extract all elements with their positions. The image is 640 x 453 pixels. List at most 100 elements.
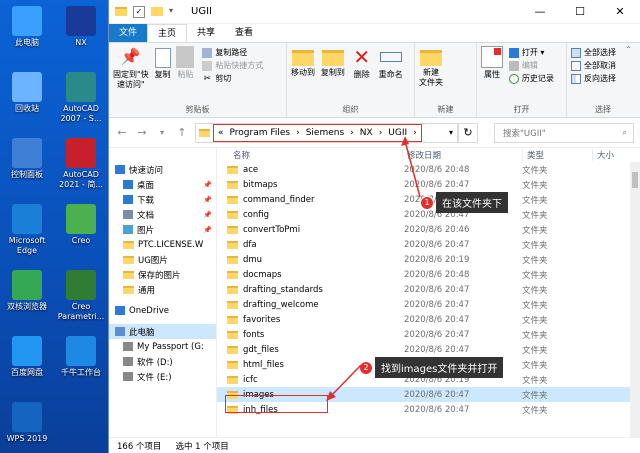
scrollbar-thumb[interactable] (632, 172, 638, 188)
window-title: UGII (191, 6, 212, 17)
column-size[interactable]: 大小 (592, 149, 632, 161)
invert-selection-button[interactable]: 反向选择 (571, 72, 635, 85)
dropdown-icon[interactable]: ▾ (169, 6, 181, 18)
nav-item-docs[interactable]: 文档 📌 (109, 207, 216, 222)
file-row[interactable]: dfa 2020/8/6 20:47 文件夹 (217, 237, 640, 252)
path-folder-icon (199, 128, 210, 137)
file-row[interactable]: dmu 2020/8/6 20:19 文件夹 (217, 252, 640, 267)
desktop-autocad-2021-shortcut[interactable]: AutoCAD 2021 - 简... (54, 138, 108, 190)
breadcrumb-item[interactable]: NX (360, 128, 373, 138)
minimize-button[interactable]: — (520, 0, 560, 24)
new-folder-button[interactable]: 新建 文件夹 (419, 46, 443, 88)
select-none-button[interactable]: 全部取消 (571, 59, 635, 72)
desktop-baidu-netdisk-shortcut[interactable]: 百度网盘 (0, 336, 54, 378)
delete-button[interactable]: ✕ 删除 (351, 46, 373, 80)
file-row[interactable]: gdt_files 2020/8/6 20:47 文件夹 (217, 342, 640, 357)
nav-item-drive[interactable]: My Passport (G: (109, 339, 216, 354)
cut-button[interactable]: ✂ 剪切 (202, 72, 263, 85)
file-row[interactable]: fonts 2020/8/6 20:47 文件夹 (217, 327, 640, 342)
quick-folder-icon[interactable] (151, 7, 163, 16)
desktop-wps-shortcut[interactable]: WPS 2019 (0, 402, 54, 444)
nav-item-pics[interactable]: 图片 📌 (109, 222, 216, 237)
desktop-creo-parametric-shortcut[interactable]: Creo Parametri... (54, 270, 108, 322)
breadcrumb-separator-icon[interactable]: › (350, 128, 354, 138)
open-button[interactable]: 打开 ▾ (508, 46, 554, 59)
desktop-creo-shortcut[interactable]: Creo (54, 204, 108, 246)
desktop-edge-shortcut[interactable]: Microsoft Edge (0, 204, 54, 256)
close-button[interactable]: ✕ (600, 0, 640, 24)
column-name[interactable]: 名称 (217, 149, 402, 161)
nav-item-pc[interactable]: 此电脑 (109, 324, 216, 339)
nav-item-drive[interactable]: 文件 (E:) (109, 369, 216, 384)
paste-shortcut-button[interactable]: 粘贴快捷方式 (202, 59, 263, 72)
forward-arrow-icon[interactable]: → (135, 126, 149, 139)
search-input[interactable]: 搜索"UGII" ⌕ (494, 122, 634, 143)
refresh-icon[interactable]: ↻ (458, 122, 478, 143)
back-arrow-icon[interactable]: ← (115, 126, 129, 139)
rename-icon (379, 52, 402, 62)
desktop-qianniu-shortcut[interactable]: 千牛工作台 (54, 336, 108, 378)
tab-share[interactable]: 共享 (187, 24, 225, 42)
edit-button[interactable]: 编辑 (508, 59, 554, 72)
file-row[interactable]: convertToPmi 2020/8/6 20:46 文件夹 (217, 222, 640, 237)
column-type[interactable]: 类型 (522, 149, 592, 161)
desktop-recycle-bin-shortcut[interactable]: 回收站 (0, 72, 54, 114)
paste-button[interactable]: 粘贴 (176, 46, 195, 80)
breadcrumb-separator-icon[interactable]: « (218, 128, 224, 138)
nav-item-folder[interactable]: PTC.LICENSE.W (109, 237, 216, 252)
desktop-nx-shortcut[interactable]: NX (54, 6, 108, 48)
copy-to-button[interactable]: 复制到 (321, 46, 345, 78)
file-type: 文件夹 (522, 225, 548, 236)
breadcrumb-separator-icon[interactable]: › (296, 128, 300, 138)
nav-item-folder[interactable]: 通用 (109, 282, 216, 297)
desktop-browser-shortcut[interactable]: 双核浏览器 (0, 270, 54, 312)
file-row[interactable]: ace 2020/8/6 20:48 文件夹 (217, 162, 640, 177)
ribbon-collapse-icon[interactable]: ⌃ (625, 45, 632, 54)
nav-item-label: 通用 (138, 285, 156, 296)
star-icon (115, 165, 125, 174)
history-icon (508, 73, 519, 84)
file-row[interactable]: drafting_standards 2020/8/6 20:47 文件夹 (217, 282, 640, 297)
nav-item-cloud[interactable]: OneDrive (109, 303, 216, 318)
breadcrumb-separator-icon[interactable]: › (379, 128, 383, 138)
history-button[interactable]: 历史记录 (508, 72, 554, 85)
title-bar: ✓ ▾ UGII — ☐ ✕ (109, 0, 640, 24)
path-dropdown-icon[interactable]: ▾ (449, 128, 457, 137)
breadcrumb-separator-icon[interactable]: › (413, 128, 417, 138)
file-row[interactable]: drafting_welcome 2020/8/6 20:47 文件夹 (217, 297, 640, 312)
column-date[interactable]: 修改日期 (402, 149, 522, 161)
up-arrow-icon[interactable]: ↑ (175, 126, 189, 139)
pin-quick-access-button[interactable]: 📌 固定到"快 速访问" (113, 46, 149, 90)
file-date: 2020/8/6 20:46 (404, 224, 470, 235)
folder-icon (227, 300, 238, 309)
tab-file[interactable]: 文件 (109, 24, 148, 42)
file-row[interactable]: bitmaps 2020/8/6 20:47 文件夹 (217, 177, 640, 192)
file-row[interactable]: favorites 2020/8/6 20:47 文件夹 (217, 312, 640, 327)
move-to-button[interactable]: 移动到 (291, 46, 315, 78)
breadcrumb-item[interactable]: Program Files (230, 128, 291, 138)
nav-item-drive[interactable]: 软件 (D:) (109, 354, 216, 369)
rename-button[interactable]: 重命名 (379, 46, 403, 80)
nav-item-folder[interactable]: UG图片 (109, 252, 216, 267)
tab-home[interactable]: 主页 (147, 24, 188, 42)
copy-path-button[interactable]: 复制路径 (202, 46, 263, 59)
desktop-autocad-2007-shortcut[interactable]: AutoCAD 2007 - S... (54, 72, 108, 124)
properties-check-icon[interactable]: ✓ (133, 5, 145, 18)
nav-item-download[interactable]: 下载 📌 (109, 192, 216, 207)
tab-view[interactable]: 查看 (225, 24, 263, 42)
desktop-control-panel-shortcut[interactable]: 控制面板 (0, 138, 54, 180)
nav-item-star[interactable]: 快速访问 (109, 162, 216, 177)
file-date: 2020/8/6 20:47 (404, 329, 470, 340)
maximize-button[interactable]: ☐ (560, 0, 600, 24)
breadcrumb-item[interactable]: Siemens (306, 128, 344, 138)
breadcrumb-item[interactable]: UGII (388, 128, 407, 138)
properties-button[interactable]: 属性 (481, 46, 503, 80)
vertical-scrollbar[interactable] (630, 162, 640, 437)
nav-item-folder[interactable]: 保存的图片 (109, 267, 216, 282)
nav-item-desktop[interactable]: 桌面 📌 (109, 177, 216, 192)
recent-dropdown-icon[interactable]: ▾ (155, 128, 169, 137)
path-box[interactable]: « Program Files › Siemens › NX › UGII › ▾ (195, 122, 458, 143)
copy-button[interactable]: 复制 (154, 46, 171, 80)
desktop-computer-shortcut[interactable]: 此电脑 (0, 6, 54, 48)
file-row[interactable]: docmaps 2020/8/6 20:48 文件夹 (217, 267, 640, 282)
